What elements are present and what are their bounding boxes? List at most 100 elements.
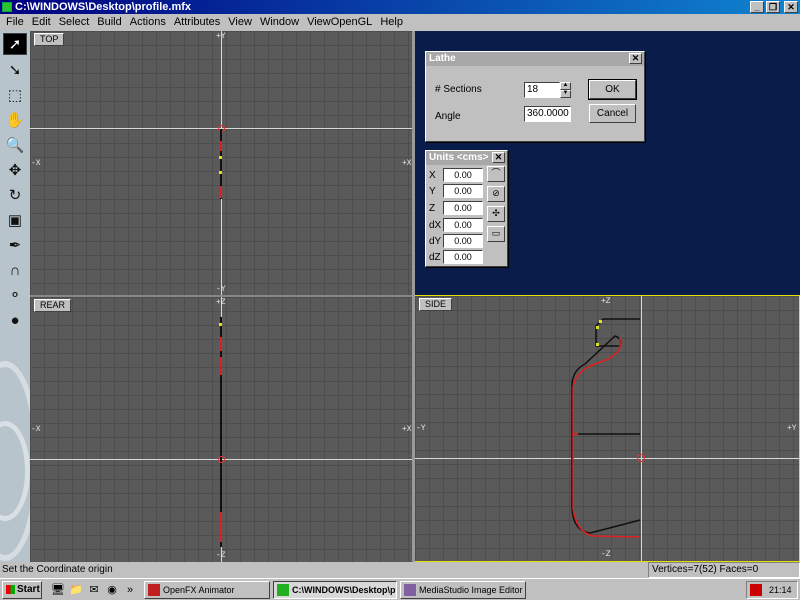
openfx-icon — [148, 584, 160, 596]
explorer-icon[interactable]: 📁 — [68, 582, 84, 598]
clock[interactable]: 21:14 — [769, 585, 792, 595]
menu-viewopengl[interactable]: ViewOpenGL — [303, 15, 376, 30]
profile-vertex — [219, 171, 222, 174]
window-title: C:\WINDOWS\Desktop\profile.mfx — [15, 1, 192, 13]
menu-edit[interactable]: Edit — [28, 15, 55, 30]
taskbar: Start 🖥 📁 ✉ ◉ » OpenFX Animator C:\WINDO… — [0, 578, 800, 600]
desktop-icon[interactable]: 🖥 — [50, 582, 66, 598]
viewport-side[interactable]: SIDE +Z -Z -Y +Y — [414, 295, 800, 562]
outlook-icon[interactable]: ✉ — [86, 582, 102, 598]
unit-label: X — [429, 169, 436, 181]
viewport-label-rear[interactable]: REAR — [34, 299, 72, 312]
unit-y-field[interactable]: 0.00 — [443, 184, 483, 198]
units-dialog: Units <cms> ✕ X 0.00 Y 0.00 Z 0.00 dX 0.… — [425, 150, 508, 267]
menu-select[interactable]: Select — [55, 15, 94, 30]
frame-icon[interactable]: ▣ — [3, 209, 27, 231]
profile-vertex — [220, 357, 222, 375]
tool-palette: ➚ ➘ ⬚ ✋ 🔍 ✥ ↻ ▣ ✒ ∩ ⚬ ● — [0, 31, 30, 562]
unit-x-field[interactable]: 0.00 — [443, 168, 483, 182]
ruler-icon[interactable]: ▭ — [487, 226, 505, 242]
menu-window[interactable]: Window — [256, 15, 303, 30]
menu-build[interactable]: Build — [93, 15, 125, 30]
menu-bar: File Edit Select Build Actions Attribute… — [0, 14, 800, 31]
unit-dy-field[interactable]: 0.00 — [443, 234, 483, 248]
sections-spinner[interactable]: ▲ ▼ — [560, 82, 571, 98]
axis-label-top: +Y — [216, 32, 226, 41]
close-button[interactable]: ✕ — [784, 1, 798, 13]
lathe-dialog-title-bar[interactable]: Lathe ✕ — [426, 52, 644, 66]
unit-row-dy: dY 0.00 — [429, 233, 483, 249]
windows-logo-icon — [6, 585, 15, 594]
box-select-icon[interactable]: ⬚ — [3, 84, 27, 106]
viewport-label-top[interactable]: TOP — [34, 33, 65, 46]
profile-vertex — [219, 156, 222, 159]
quicklaunch-overflow-icon[interactable]: » — [122, 582, 138, 598]
app-icon — [2, 2, 12, 12]
ok-button[interactable]: OK — [588, 79, 637, 100]
axis-label-left: -X — [31, 425, 41, 434]
unit-dx-field[interactable]: 0.00 — [443, 218, 483, 232]
sections-input[interactable]: 18 — [524, 82, 560, 98]
viewport-top[interactable]: TOP +Y -Y -X +X — [30, 31, 414, 295]
menu-attributes[interactable]: Attributes — [170, 15, 224, 30]
hand-pan-icon[interactable]: ✋ — [3, 109, 27, 131]
spin-down-icon[interactable]: ▼ — [560, 90, 571, 98]
vertex-face-count: Vertices=7(52) Faces=0 — [648, 562, 800, 578]
move-arrows-icon[interactable]: ✣ — [487, 206, 505, 222]
ball-icon[interactable]: ● — [3, 309, 27, 331]
task-mediastudio[interactable]: MediaStudio Image Editor — [400, 581, 526, 599]
arrow-pointer-icon[interactable]: ➚ — [3, 33, 27, 55]
axis-label-top: +Z — [216, 298, 226, 307]
unit-dz-field[interactable]: 0.00 — [443, 250, 483, 264]
unit-label: Z — [429, 202, 436, 214]
menu-file[interactable]: File — [2, 15, 28, 30]
axis-label-right: +X — [402, 425, 412, 434]
menu-view[interactable]: View — [224, 15, 256, 30]
side-profile-drawing — [571, 318, 645, 538]
axis-label-left: -X — [31, 159, 41, 168]
minimize-button[interactable]: _ — [750, 1, 764, 13]
menu-actions[interactable]: Actions — [126, 15, 170, 30]
designer-icon — [277, 584, 289, 596]
lathe-close-button[interactable]: ✕ — [629, 53, 642, 64]
unit-label: dX — [429, 219, 442, 231]
task-label: MediaStudio Image Editor — [419, 585, 523, 595]
task-label: C:\WINDOWS\Desktop\p... — [292, 585, 397, 595]
angle-label: Angle — [435, 111, 461, 122]
start-button[interactable]: Start — [2, 581, 42, 599]
profile-vertex — [219, 323, 222, 326]
status-bar: Set the Coordinate origin Vertices=7(52)… — [0, 562, 800, 578]
lathe-dialog: Lathe ✕ # Sections 18 ▲ ▼ Angle 360.0000… — [425, 51, 645, 142]
viewport-rear[interactable]: REAR +Z -Z -X +X — [30, 295, 414, 562]
restore-button[interactable]: ❐ — [766, 1, 780, 13]
profile-vertex — [220, 337, 222, 351]
task-profile-designer[interactable]: C:\WINDOWS\Desktop\p... — [273, 581, 397, 599]
window-title-bar: C:\WINDOWS\Desktop\profile.mfx _ ❐ ✕ — [0, 0, 800, 14]
profile-vertex — [220, 186, 222, 198]
menu-help[interactable]: Help — [376, 15, 407, 30]
axis-label-bottom: -Z — [216, 551, 226, 560]
arrow-select-icon[interactable]: ➘ — [3, 59, 27, 81]
internet-icon[interactable]: ◉ — [104, 582, 120, 598]
units-dialog-title-bar[interactable]: Units <cms> ✕ — [426, 151, 507, 165]
pen-icon[interactable]: ✒ — [3, 234, 27, 256]
viewport-splitter[interactable] — [412, 31, 415, 562]
axis-label-right: +X — [402, 159, 412, 168]
magnet-icon[interactable]: ∩ — [3, 259, 27, 281]
angle-input[interactable]: 360.0000 — [524, 106, 571, 122]
rotate-icon[interactable]: ↻ — [3, 184, 27, 206]
zoom-icon[interactable]: 🔍 — [3, 134, 27, 156]
tray-app-icon[interactable] — [750, 584, 762, 596]
curve-tool-icon[interactable]: ⌒ — [487, 166, 505, 182]
task-openfx-animator[interactable]: OpenFX Animator — [144, 581, 270, 599]
move-icon[interactable]: ✥ — [3, 159, 27, 181]
cancel-button[interactable]: Cancel — [589, 104, 636, 123]
spin-up-icon[interactable]: ▲ — [560, 82, 571, 90]
spheres-icon[interactable]: ⚬ — [3, 284, 27, 306]
units-close-button[interactable]: ✕ — [492, 152, 505, 163]
unit-row-z: Z 0.00 — [429, 200, 483, 216]
unit-z-field[interactable]: 0.00 — [443, 201, 483, 215]
unit-label: dZ — [429, 251, 441, 263]
unit-row-dz: dZ 0.00 — [429, 249, 483, 265]
no-entry-icon[interactable]: ⊘ — [487, 186, 505, 202]
